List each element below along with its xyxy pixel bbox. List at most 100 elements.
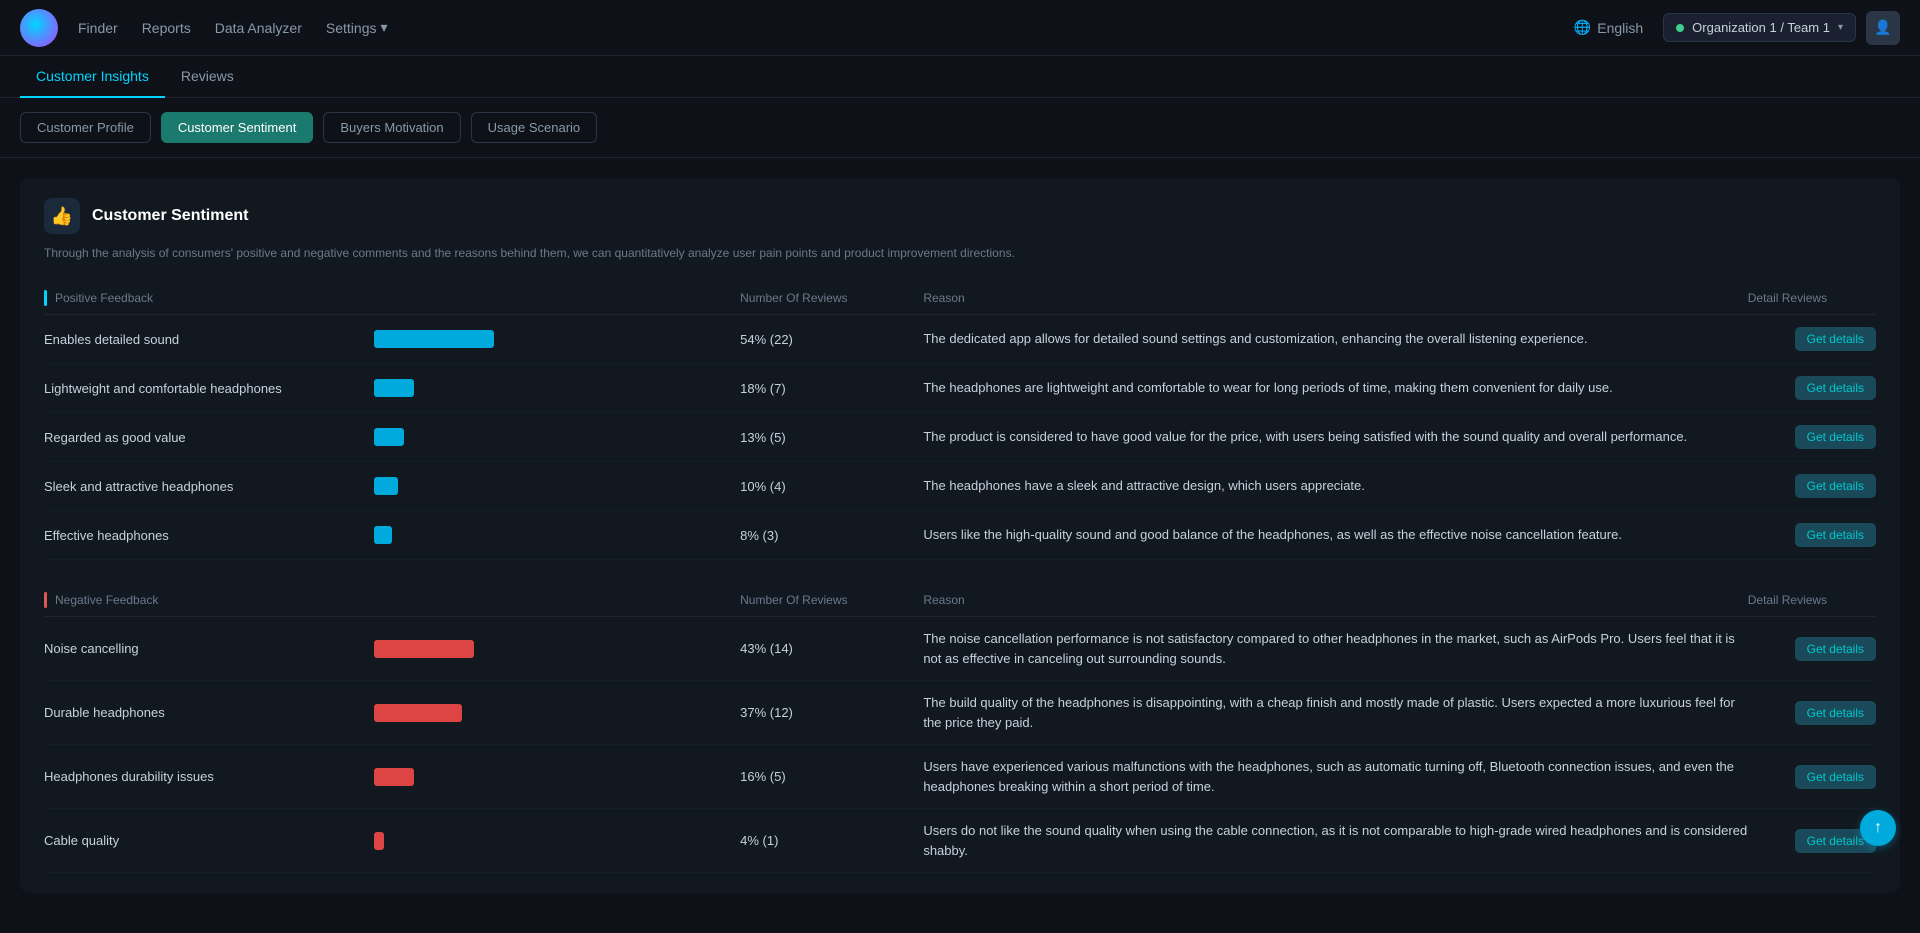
negative-bar-cell <box>374 809 740 873</box>
negative-feedback-cell: Noise cancelling <box>44 617 374 681</box>
positive-reason-cell: The headphones are lightweight and comfo… <box>923 364 1747 413</box>
negative-reason-cell: The noise cancellation performance is no… <box>923 617 1747 681</box>
negative-reason-cell: Users do not like the sound quality when… <box>923 809 1747 873</box>
positive-col-reviews: Number Of Reviews <box>740 282 923 315</box>
negative-get-details-button[interactable]: Get details <box>1795 637 1876 661</box>
positive-action-cell: Get details <box>1748 511 1876 560</box>
negative-bar-visual <box>374 704 462 722</box>
positive-bar-visual <box>374 477 398 495</box>
filter-customer-profile[interactable]: Customer Profile <box>20 112 151 143</box>
nav-data-analyzer[interactable]: Data Analyzer <box>215 19 302 36</box>
positive-action-cell: Get details <box>1748 315 1876 364</box>
tab-reviews[interactable]: Reviews <box>165 56 250 98</box>
negative-get-details-button[interactable]: Get details <box>1795 765 1876 789</box>
filter-buyers-motivation[interactable]: Buyers Motivation <box>323 112 460 143</box>
positive-action-cell: Get details <box>1748 462 1876 511</box>
positive-bar-visual <box>374 526 392 544</box>
positive-get-details-button[interactable]: Get details <box>1795 327 1876 351</box>
negative-pct-cell: 37% (12) <box>740 681 923 745</box>
positive-col-bar <box>374 282 740 315</box>
negative-get-details-button[interactable]: Get details <box>1795 701 1876 725</box>
main-content: 👍 Customer Sentiment Through the analysi… <box>0 158 1920 933</box>
positive-bar-visual <box>374 379 414 397</box>
org-selector[interactable]: Organization 1 / Team 1 ▾ <box>1663 13 1856 42</box>
nav-reports[interactable]: Reports <box>142 19 191 36</box>
negative-col-reviews: Number Of Reviews <box>740 584 923 617</box>
top-navigation: Finder Reports Data Analyzer Settings ▾ … <box>0 0 1920 56</box>
negative-table-row: Headphones durability issues 16% (5) Use… <box>44 745 1876 809</box>
negative-col-action: Detail Reviews <box>1748 584 1876 617</box>
positive-bar-cell <box>374 413 740 462</box>
positive-reason-cell: The headphones have a sleek and attracti… <box>923 462 1747 511</box>
nav-links: Finder Reports Data Analyzer Settings ▾ <box>78 19 1574 36</box>
section-header: 👍 Customer Sentiment <box>44 198 1876 234</box>
scroll-to-top-button[interactable]: ↑ <box>1860 810 1896 846</box>
positive-get-details-button[interactable]: Get details <box>1795 474 1876 498</box>
negative-action-cell: Get details <box>1748 617 1876 681</box>
negative-feedback-cell: Headphones durability issues <box>44 745 374 809</box>
customer-sentiment-card: 👍 Customer Sentiment Through the analysi… <box>20 178 1900 893</box>
negative-bar-visual <box>374 832 384 850</box>
arrow-up-icon: ↑ <box>1874 819 1882 837</box>
positive-feedback-cell: Regarded as good value <box>44 413 374 462</box>
positive-table-row: Enables detailed sound 54% (22) The dedi… <box>44 315 1876 364</box>
positive-action-cell: Get details <box>1748 413 1876 462</box>
nav-finder[interactable]: Finder <box>78 19 118 36</box>
positive-table-row: Lightweight and comfortable headphones 1… <box>44 364 1876 413</box>
negative-feedback-cell: Durable headphones <box>44 681 374 745</box>
negative-table-row: Noise cancelling 43% (14) The noise canc… <box>44 617 1876 681</box>
negative-feedback-table: Negative Feedback Number Of Reviews Reas… <box>44 584 1876 873</box>
positive-table-row: Sleek and attractive headphones 10% (4) … <box>44 462 1876 511</box>
negative-pct-cell: 16% (5) <box>740 745 923 809</box>
filter-tabs: Customer Profile Customer Sentiment Buye… <box>0 98 1920 158</box>
positive-pct-cell: 18% (7) <box>740 364 923 413</box>
positive-col-feedback: Positive Feedback <box>44 282 374 315</box>
negative-action-cell: Get details <box>1748 681 1876 745</box>
negative-bar-cell <box>374 745 740 809</box>
positive-feedback-table: Positive Feedback Number Of Reviews Reas… <box>44 282 1876 560</box>
user-avatar[interactable]: 👤 <box>1866 11 1900 45</box>
positive-bar-cell <box>374 511 740 560</box>
positive-get-details-button[interactable]: Get details <box>1795 523 1876 547</box>
positive-reason-cell: The dedicated app allows for detailed so… <box>923 315 1747 364</box>
positive-col-action: Detail Reviews <box>1748 282 1876 315</box>
negative-reason-cell: The build quality of the headphones is d… <box>923 681 1747 745</box>
negative-bar-cell <box>374 681 740 745</box>
positive-pct-cell: 13% (5) <box>740 413 923 462</box>
org-status-dot <box>1676 24 1684 32</box>
positive-feedback-cell: Sleek and attractive headphones <box>44 462 374 511</box>
positive-table-row: Effective headphones 8% (3) Users like t… <box>44 511 1876 560</box>
positive-get-details-button[interactable]: Get details <box>1795 376 1876 400</box>
filter-usage-scenario[interactable]: Usage Scenario <box>471 112 598 143</box>
user-icon: 👤 <box>1874 19 1891 36</box>
negative-bar-visual <box>374 768 414 786</box>
positive-bar-cell <box>374 462 740 511</box>
section-description: Through the analysis of consumers' posit… <box>44 244 1876 262</box>
tab-customer-insights[interactable]: Customer Insights <box>20 56 165 98</box>
app-logo <box>20 9 58 47</box>
negative-pct-cell: 43% (14) <box>740 617 923 681</box>
negative-col-feedback: Negative Feedback <box>44 584 374 617</box>
positive-pct-cell: 54% (22) <box>740 315 923 364</box>
negative-col-reason: Reason <box>923 584 1747 617</box>
sub-navigation: Customer Insights Reviews <box>0 56 1920 98</box>
negative-pct-cell: 4% (1) <box>740 809 923 873</box>
negative-action-cell: Get details <box>1748 809 1876 873</box>
positive-table-row: Regarded as good value 13% (5) The produ… <box>44 413 1876 462</box>
negative-table-row: Cable quality 4% (1) Users do not like t… <box>44 809 1876 873</box>
positive-bar-indicator <box>44 290 47 306</box>
nav-settings[interactable]: Settings ▾ <box>326 19 388 36</box>
positive-get-details-button[interactable]: Get details <box>1795 425 1876 449</box>
positive-feedback-cell: Lightweight and comfortable headphones <box>44 364 374 413</box>
filter-customer-sentiment[interactable]: Customer Sentiment <box>161 112 314 143</box>
globe-icon: 🌐 <box>1574 19 1591 36</box>
positive-feedback-cell: Effective headphones <box>44 511 374 560</box>
settings-chevron-icon: ▾ <box>380 19 387 36</box>
org-chevron-icon: ▾ <box>1838 22 1843 33</box>
language-selector[interactable]: 🌐 English <box>1574 19 1643 36</box>
negative-table-row: Durable headphones 37% (12) The build qu… <box>44 681 1876 745</box>
positive-feedback-cell: Enables detailed sound <box>44 315 374 364</box>
negative-bar-cell <box>374 617 740 681</box>
positive-bar-visual <box>374 330 494 348</box>
negative-bar-visual <box>374 640 474 658</box>
